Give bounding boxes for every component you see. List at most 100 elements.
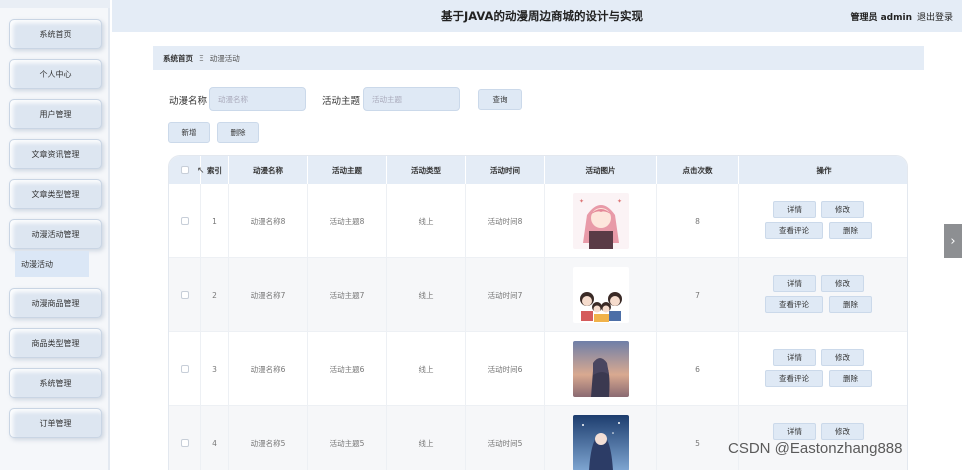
sidebar: 系统首页 个人中心 用户管理 文章资讯管理 文章类型管理 动漫活动管理 动漫活动…	[0, 0, 110, 470]
row-checkbox[interactable]	[180, 365, 189, 373]
sidebar-item-product-types[interactable]: 商品类型管理	[9, 328, 102, 358]
activity-table: 索引 动漫名称 活动主题 活动类型 活动时间 活动图片 点击次数 操作 1 动漫…	[168, 155, 908, 470]
row-checkbox[interactable]	[180, 291, 189, 299]
row-select[interactable]	[169, 332, 201, 406]
anime-name-input[interactable]: 动漫名称	[209, 87, 306, 111]
cell-activity-theme: 活动主题5	[308, 406, 387, 470]
cell-activity-image	[545, 258, 657, 332]
sidebar-item-articles[interactable]: 文章资讯管理	[9, 139, 102, 169]
edit-button[interactable]: 修改	[821, 275, 864, 292]
cell-operations: 详情 修改 查看评论 删除	[739, 258, 907, 332]
svg-text:✦: ✦	[617, 198, 622, 205]
header-click-count: 点击次数	[657, 156, 739, 184]
view-comments-button[interactable]: 查看评论	[765, 370, 823, 387]
cell-operations: 详情 修改 查看评论 删除	[739, 184, 907, 258]
sidebar-subitem-anime-activity[interactable]: 动漫活动	[15, 251, 89, 277]
row-checkbox[interactable]	[180, 217, 189, 225]
breadcrumb-home[interactable]: 系统首页	[163, 53, 193, 64]
cell-operations: 详情 修改 查看评论 删除	[739, 332, 907, 406]
breadcrumb-current: 动漫活动	[209, 53, 240, 63]
cell-activity-time: 活动时间8	[466, 184, 545, 258]
detail-button[interactable]: 详情	[773, 423, 816, 440]
svg-text:✦: ✦	[579, 198, 584, 205]
row-select[interactable]	[169, 406, 201, 470]
table-row: 2 动漫名称7 活动主题7 线上 活动时间7 7 详情 修改 查看评论 删除	[169, 258, 907, 332]
cell-activity-time: 活动时间6	[466, 332, 545, 406]
cell-index: 2	[201, 258, 229, 332]
cell-index: 1	[201, 184, 229, 258]
delete-button[interactable]: 删除	[829, 222, 872, 239]
activity-thumbnail[interactable]	[572, 415, 629, 470]
sidebar-item-orders[interactable]: 订单管理	[9, 408, 102, 438]
table-row: 3 动漫名称6 活动主题6 线上 活动时间6 6 详情 修改 查看评论 删除	[169, 332, 907, 406]
cell-activity-theme: 活动主题7	[308, 258, 387, 332]
header-anime-name: 动漫名称	[229, 156, 308, 184]
table-row: 4 动漫名称5 活动主题5 线上 活动时间5 5 详情 修改	[169, 406, 907, 470]
delete-button[interactable]: 删除	[829, 296, 872, 313]
breadcrumb-separator-icon: Ξ	[199, 53, 204, 63]
cell-activity-image	[545, 406, 657, 470]
watermark: CSDN @Eastonzhang888	[728, 440, 903, 457]
cell-activity-type: 线上	[387, 258, 466, 332]
edit-button[interactable]: 修改	[821, 423, 864, 440]
delete-button[interactable]: 删除	[829, 370, 872, 387]
cell-activity-time: 活动时间7	[466, 258, 545, 332]
view-comments-button[interactable]: 查看评论	[765, 296, 823, 313]
view-comments-button[interactable]: 查看评论	[765, 222, 823, 239]
cell-activity-type: 线上	[387, 332, 466, 406]
sidebar-item-profile[interactable]: 个人中心	[9, 59, 102, 89]
activity-theme-input[interactable]: 活动主题	[363, 87, 460, 111]
edit-button[interactable]: 修改	[821, 349, 864, 366]
sidebar-item-system[interactable]: 系统管理	[9, 368, 102, 398]
cell-activity-type: 线上	[387, 184, 466, 258]
cell-anime-name: 动漫名称7	[229, 258, 308, 332]
header-activity-image: 活动图片	[545, 156, 657, 184]
cell-click-count: 8	[657, 184, 739, 258]
sidebar-item-article-types[interactable]: 文章类型管理	[9, 179, 102, 209]
row-checkbox[interactable]	[180, 439, 189, 447]
cell-click-count: 6	[657, 332, 739, 406]
top-header: 基于JAVA的动漫周边商城的设计与实现 管理员 admin 退出登录	[112, 0, 962, 32]
cell-activity-image	[545, 332, 657, 406]
select-all-checkbox[interactable]	[180, 166, 189, 174]
header-operations: 操作	[816, 165, 832, 175]
cell-activity-time: 活动时间5	[466, 406, 545, 470]
query-button[interactable]: 查询	[478, 89, 522, 110]
detail-button[interactable]: 详情	[773, 275, 816, 292]
batch-delete-button[interactable]: 删除	[217, 122, 259, 143]
detail-button[interactable]: 详情	[773, 349, 816, 366]
edit-button[interactable]: 修改	[821, 201, 864, 218]
cell-anime-name: 动漫名称6	[229, 332, 308, 406]
app-title: 基于JAVA的动漫周边商城的设计与实现	[441, 9, 643, 23]
logout-link[interactable]: 退出登录	[917, 10, 953, 23]
cell-activity-theme: 活动主题6	[308, 332, 387, 406]
breadcrumb: 系统首页 Ξ 动漫活动	[153, 46, 924, 70]
header-activity-type: 活动类型	[387, 156, 466, 184]
mouse-cursor-icon: ↖	[197, 166, 205, 176]
activity-thumbnail[interactable]: ✦ ✦	[572, 193, 629, 249]
sidebar-item-anime-products[interactable]: 动漫商品管理	[9, 288, 102, 318]
row-select[interactable]	[169, 184, 201, 258]
activity-thumbnail[interactable]	[572, 267, 629, 323]
cell-anime-name: 动漫名称5	[229, 406, 308, 470]
chevron-right-icon[interactable]: ›	[944, 224, 962, 258]
current-user: 管理员 admin	[850, 13, 912, 23]
header-activity-time: 活动时间	[466, 156, 545, 184]
activity-thumbnail[interactable]	[572, 341, 629, 397]
detail-button[interactable]: 详情	[773, 201, 816, 218]
cell-operations: 详情 修改	[739, 406, 907, 470]
row-select[interactable]	[169, 258, 201, 332]
cell-click-count: 5	[657, 406, 739, 470]
header-index: 索引	[201, 156, 229, 184]
cell-activity-image: ✦ ✦	[545, 184, 657, 258]
cell-click-count: 7	[657, 258, 739, 332]
sidebar-item-users[interactable]: 用户管理	[9, 99, 102, 129]
table-row: 1 动漫名称8 活动主题8 线上 活动时间8 ✦ ✦ 8 详情 修改 查看评论	[169, 184, 907, 258]
sidebar-item-home[interactable]: 系统首页	[9, 19, 102, 49]
sidebar-item-anime-activities[interactable]: 动漫活动管理	[9, 219, 102, 249]
cell-index: 4	[201, 406, 229, 470]
header-activity-theme: 活动主题	[308, 156, 387, 184]
table-header: 索引 动漫名称 活动主题 活动类型 活动时间 活动图片 点击次数 操作	[169, 156, 907, 184]
cell-anime-name: 动漫名称8	[229, 184, 308, 258]
add-button[interactable]: 新增	[168, 122, 210, 143]
